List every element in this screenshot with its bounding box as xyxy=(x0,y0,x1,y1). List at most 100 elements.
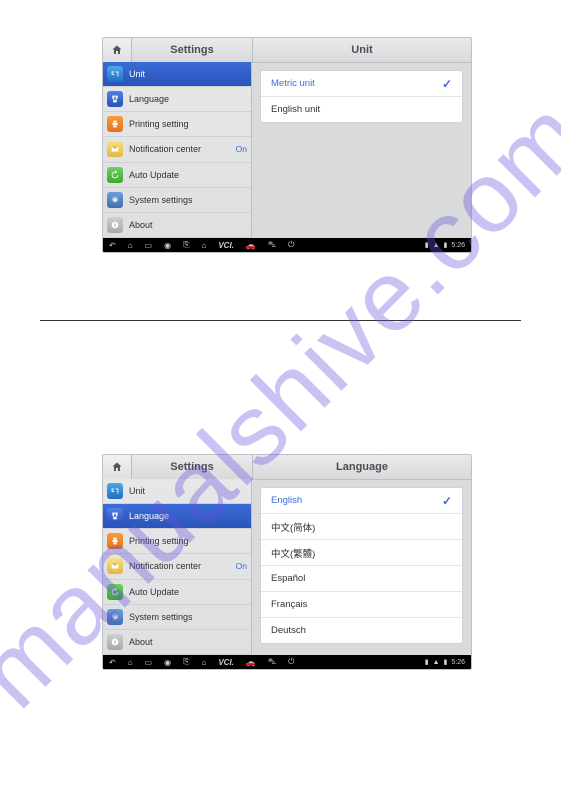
option-label: English xyxy=(271,495,302,506)
sidebar-item-system[interactable]: System settings xyxy=(103,188,251,213)
settings-sidebar: Unit A Language Printing setting Notific… xyxy=(103,479,252,655)
sidebar-item-label: Printing setting xyxy=(129,536,189,546)
print-icon xyxy=(107,533,123,549)
power-icon[interactable]: ⏻ xyxy=(288,657,294,667)
gear-icon xyxy=(107,192,123,208)
info-icon: i xyxy=(107,634,123,650)
options-panel: Metric unit ✓ English unit xyxy=(260,70,463,123)
sidebar-item-printing[interactable]: Printing setting xyxy=(103,529,251,554)
share-icon[interactable]: ⎘ xyxy=(183,657,189,667)
sidebar-item-notification[interactable]: Notification center On xyxy=(103,137,251,162)
globe-icon[interactable]: ◉ xyxy=(164,241,171,250)
option-chinese-traditional[interactable]: 中文(繁體) xyxy=(261,540,462,566)
sidebar-item-about[interactable]: i About xyxy=(103,630,251,655)
sidebar-item-value: On xyxy=(236,144,247,154)
car-icon[interactable]: 🚗 xyxy=(246,658,256,667)
page-title: Language xyxy=(253,455,471,479)
sidebar-item-language[interactable]: A Language xyxy=(103,504,251,529)
sidebar-item-label: Unit xyxy=(129,486,145,496)
car-icon[interactable]: 🚗 xyxy=(246,241,256,250)
top-bar: Settings Language xyxy=(103,455,471,480)
unit-icon xyxy=(107,483,123,499)
vci-label: VCI. xyxy=(218,658,234,667)
sidebar-item-about[interactable]: i About xyxy=(103,213,251,238)
notification-icon xyxy=(107,558,123,574)
house-icon[interactable]: ⌂ xyxy=(202,658,207,667)
options-panel: English ✓ 中文(简体) 中文(繁體) Español Français… xyxy=(260,487,463,644)
house-icon[interactable]: ⌂ xyxy=(202,241,207,250)
page-title: Unit xyxy=(253,38,471,62)
battery-icon: ▮ xyxy=(444,658,448,666)
sidebar-item-unit[interactable]: Unit xyxy=(103,62,251,87)
settings-sidebar: Unit A Language Printing setting Notific… xyxy=(103,62,252,238)
top-bar: Settings Unit xyxy=(103,38,471,63)
sidebar-item-label: Printing setting xyxy=(129,119,189,129)
vci-label: VCI. xyxy=(218,241,234,250)
svg-text:A: A xyxy=(113,97,117,103)
option-label: Metric unit xyxy=(271,78,315,89)
option-label: Deutsch xyxy=(271,625,306,636)
sidebar-item-label: Notification center xyxy=(129,561,201,571)
power-icon[interactable]: ⏻ xyxy=(288,240,294,250)
sidebar-item-update[interactable]: Auto Update xyxy=(103,163,251,188)
wifi-icon: ▲ xyxy=(433,659,440,666)
svg-text:A: A xyxy=(113,514,117,520)
option-label: Español xyxy=(271,573,305,584)
sidebar-item-unit[interactable]: Unit xyxy=(103,479,251,504)
option-german[interactable]: Deutsch xyxy=(261,618,462,643)
option-french[interactable]: Français xyxy=(261,592,462,618)
recent-icon[interactable]: ▭ xyxy=(145,241,153,250)
battery-icon: ▮ xyxy=(444,241,448,249)
back-icon[interactable]: ↶ xyxy=(109,658,116,667)
notification-icon xyxy=(107,141,123,157)
update-icon xyxy=(107,584,123,600)
share-icon[interactable]: ⎘ xyxy=(183,240,189,250)
android-navbar: ↶ ⌂ ▭ ◉ ⎘ ⌂ VCI. 🚗 ⛍ ⏻ ▮ ▲ ▮ 5:26 xyxy=(103,238,471,252)
sidebar-item-label: System settings xyxy=(129,612,193,622)
nav-home-icon[interactable]: ⌂ xyxy=(128,241,133,250)
unit-icon xyxy=(107,66,123,82)
language-icon: A xyxy=(107,508,123,524)
sidebar-item-notification[interactable]: Notification center On xyxy=(103,554,251,579)
device-screenshot-1: Settings Unit Unit A Language Printing s… xyxy=(102,37,472,253)
sidebar-item-label: About xyxy=(129,220,153,230)
device-screenshot-2: Settings Language Unit A Language Printi… xyxy=(102,454,472,670)
status-bar: ▮ ▲ ▮ 5:26 xyxy=(425,658,465,666)
car-group-icon[interactable]: ⛍ xyxy=(268,657,276,667)
sidebar-item-update[interactable]: Auto Update xyxy=(103,580,251,605)
option-label: English unit xyxy=(271,104,320,115)
sidebar-item-label: About xyxy=(129,637,153,647)
back-icon[interactable]: ↶ xyxy=(109,241,116,250)
content-area: Metric unit ✓ English unit xyxy=(252,62,471,238)
sidebar-item-label: Language xyxy=(129,94,169,104)
globe-icon[interactable]: ◉ xyxy=(164,658,171,667)
settings-title: Settings xyxy=(132,38,253,62)
android-navbar: ↶ ⌂ ▭ ◉ ⎘ ⌂ VCI. 🚗 ⛍ ⏻ ▮ ▲ ▮ 5:26 xyxy=(103,655,471,669)
option-label: Français xyxy=(271,599,307,610)
home-button[interactable] xyxy=(103,38,132,62)
nav-home-icon[interactable]: ⌂ xyxy=(128,658,133,667)
info-icon: i xyxy=(107,217,123,233)
clock: 5:26 xyxy=(451,242,465,249)
home-button[interactable] xyxy=(103,455,132,479)
sidebar-item-label: Auto Update xyxy=(129,170,179,180)
sidebar-item-language[interactable]: A Language xyxy=(103,87,251,112)
sidebar-item-printing[interactable]: Printing setting xyxy=(103,112,251,137)
sidebar-item-system[interactable]: System settings xyxy=(103,605,251,630)
car-group-icon[interactable]: ⛍ xyxy=(268,240,276,250)
recent-icon[interactable]: ▭ xyxy=(145,658,153,667)
sidebar-item-label: Language xyxy=(129,511,169,521)
option-metric-unit[interactable]: Metric unit ✓ xyxy=(261,71,462,97)
content-area: English ✓ 中文(简体) 中文(繁體) Español Français… xyxy=(252,479,471,655)
option-english[interactable]: English ✓ xyxy=(261,488,462,514)
status-indicator: ▮ xyxy=(425,658,429,666)
sidebar-item-label: Auto Update xyxy=(129,587,179,597)
wifi-icon: ▲ xyxy=(433,242,440,249)
sidebar-item-label: Unit xyxy=(129,69,145,79)
option-spanish[interactable]: Español xyxy=(261,566,462,592)
check-icon: ✓ xyxy=(442,77,452,91)
language-icon: A xyxy=(107,91,123,107)
settings-title: Settings xyxy=(132,455,253,479)
option-chinese-simplified[interactable]: 中文(简体) xyxy=(261,514,462,540)
option-english-unit[interactable]: English unit xyxy=(261,97,462,122)
